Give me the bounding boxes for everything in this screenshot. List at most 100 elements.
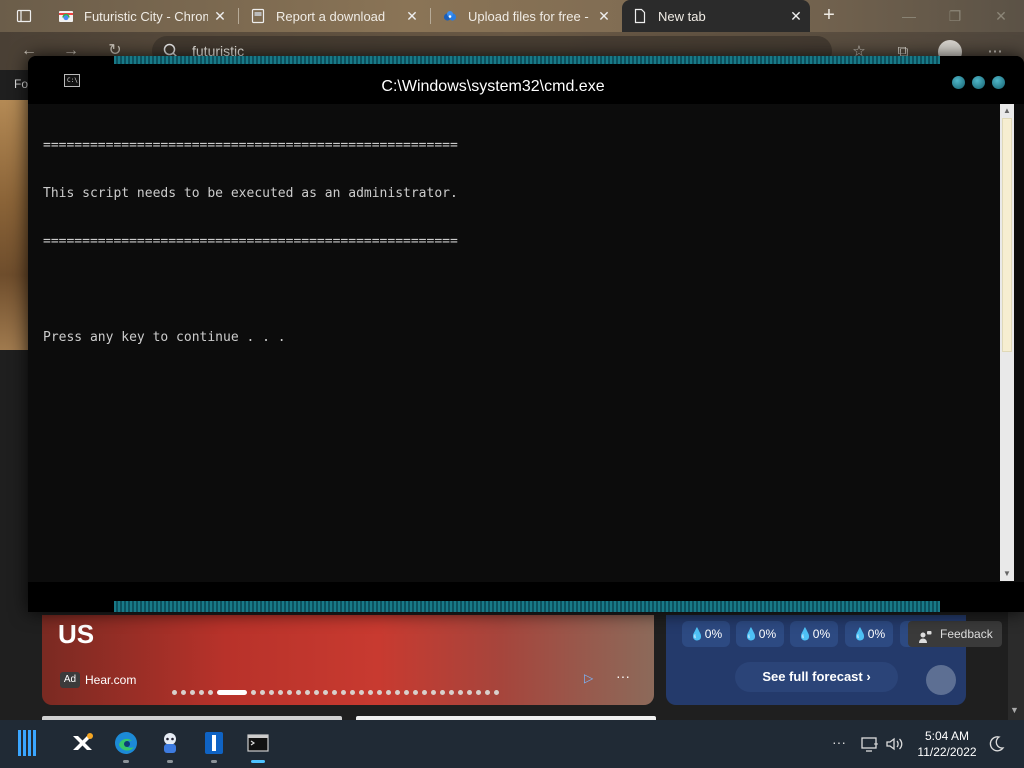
taskbar-clock[interactable]: 5:04 AM 11/22/2022 bbox=[912, 728, 982, 760]
precip-chip: 💧0% bbox=[682, 621, 730, 647]
start-button[interactable] bbox=[18, 730, 38, 756]
taskbar-app-tool[interactable] bbox=[198, 728, 230, 763]
carousel-dot[interactable] bbox=[413, 690, 418, 695]
edge-icon bbox=[113, 730, 139, 759]
scroll-down-arrow-icon[interactable]: ▼ bbox=[1010, 705, 1019, 715]
cmd-window[interactable]: C:\ C:\Windows\system32\cmd.exe ========… bbox=[28, 56, 1024, 612]
cmd-close-button[interactable] bbox=[992, 76, 1005, 89]
cmd-titlebar[interactable]: C:\ C:\Windows\system32\cmd.exe bbox=[28, 56, 1024, 104]
carousel-dot[interactable] bbox=[440, 690, 445, 695]
carousel-dot[interactable] bbox=[467, 690, 472, 695]
tab-futuristic-city[interactable]: Futuristic City - Chrome ✕ bbox=[48, 0, 234, 32]
xmind-icon bbox=[69, 730, 95, 759]
carousel-dot[interactable] bbox=[449, 690, 454, 695]
document-icon bbox=[250, 8, 266, 24]
weather-widget-icon[interactable] bbox=[926, 665, 956, 695]
carousel-dot[interactable] bbox=[350, 690, 355, 695]
tab-new-tab[interactable]: New tab ✕ bbox=[622, 0, 810, 32]
ad-source[interactable]: Hear.com bbox=[85, 673, 136, 687]
carousel-dot[interactable] bbox=[287, 690, 292, 695]
console-line: This script needs to be executed as an a… bbox=[43, 186, 458, 201]
close-tab-icon[interactable]: ✕ bbox=[788, 8, 804, 24]
precip-value: 0% bbox=[758, 627, 777, 641]
scroll-up-arrow-icon[interactable]: ▲ bbox=[1000, 104, 1014, 118]
ad-more-button[interactable]: ··· bbox=[616, 668, 630, 684]
carousel-dot[interactable] bbox=[368, 690, 373, 695]
network-icon[interactable] bbox=[860, 734, 880, 754]
ad-headline: US bbox=[58, 619, 95, 649]
carousel-dot[interactable] bbox=[404, 690, 409, 695]
scrollbar-thumb[interactable] bbox=[1002, 118, 1012, 352]
carousel-dot[interactable] bbox=[172, 690, 177, 695]
browser-tab-bar: Futuristic City - Chrome ✕ Report a down… bbox=[0, 0, 1024, 32]
close-tab-icon[interactable]: ✕ bbox=[212, 8, 228, 24]
carousel-dot[interactable] bbox=[305, 690, 310, 695]
carousel-dot[interactable] bbox=[296, 690, 301, 695]
close-tab-icon[interactable]: ✕ bbox=[596, 8, 612, 24]
carousel-dot[interactable] bbox=[485, 690, 490, 695]
taskbar: ··· 5:04 AM 11/22/2022 bbox=[0, 720, 1024, 768]
cmd-scrollbar[interactable]: ▲ ▼ bbox=[1000, 104, 1014, 581]
cmd-maximize-button[interactable] bbox=[972, 76, 985, 89]
cmd-icon bbox=[245, 730, 271, 759]
notification-moon-icon[interactable] bbox=[986, 734, 1006, 754]
tab-actions-button[interactable] bbox=[6, 0, 42, 32]
droplet-icon: 💧 bbox=[852, 627, 868, 641]
close-tab-icon[interactable]: ✕ bbox=[404, 8, 420, 24]
tab-report-download[interactable]: Report a download ✕ bbox=[240, 0, 426, 32]
volume-icon[interactable] bbox=[884, 734, 904, 754]
droplet-icon: 💧 bbox=[797, 627, 813, 641]
carousel-dot[interactable] bbox=[341, 690, 346, 695]
cmd-minimize-button[interactable] bbox=[952, 76, 965, 89]
carousel-dot[interactable] bbox=[395, 690, 400, 695]
ad-card[interactable]: US Ad Hear.com ▷ ··· bbox=[42, 615, 654, 705]
carousel-dot[interactable] bbox=[458, 690, 463, 695]
clock-time: 5:04 AM bbox=[924, 729, 970, 743]
close-window-button[interactable]: ✕ bbox=[986, 4, 1016, 28]
bot-icon bbox=[157, 730, 183, 759]
taskbar-app-bot[interactable] bbox=[154, 728, 186, 763]
carousel-dot[interactable] bbox=[260, 690, 265, 695]
minimize-button[interactable]: — bbox=[894, 4, 924, 28]
carousel-dot[interactable] bbox=[494, 690, 499, 695]
taskbar-app-edge[interactable] bbox=[110, 728, 142, 763]
carousel-dot[interactable] bbox=[386, 690, 391, 695]
carousel-dot[interactable] bbox=[476, 690, 481, 695]
maximize-button[interactable]: ❐ bbox=[940, 4, 970, 28]
carousel-dot[interactable] bbox=[422, 690, 427, 695]
droplet-icon: 💧 bbox=[689, 627, 705, 641]
carousel-dot[interactable] bbox=[332, 690, 337, 695]
carousel-dot[interactable] bbox=[323, 690, 328, 695]
carousel-dot[interactable] bbox=[190, 690, 195, 695]
see-full-forecast-button[interactable]: See full forecast › bbox=[735, 662, 898, 692]
tray-overflow-icon[interactable]: ··· bbox=[832, 734, 846, 750]
carousel-dot[interactable] bbox=[208, 690, 213, 695]
carousel-dot[interactable] bbox=[431, 690, 436, 695]
carousel-dot[interactable] bbox=[181, 690, 186, 695]
carousel-dot[interactable] bbox=[269, 690, 274, 695]
carousel-dot[interactable] bbox=[251, 690, 256, 695]
carousel-dot-active[interactable] bbox=[217, 690, 247, 695]
feedback-icon bbox=[918, 627, 932, 643]
ad-badge: Ad bbox=[60, 672, 80, 688]
carousel-dot[interactable] bbox=[314, 690, 319, 695]
precip-value: 0% bbox=[867, 627, 886, 641]
carousel-dot[interactable] bbox=[377, 690, 382, 695]
console-output[interactable]: ========================================… bbox=[43, 106, 1003, 580]
tab-upload-files[interactable]: Upload files for free - O ✕ bbox=[432, 0, 618, 32]
carousel-dot[interactable] bbox=[278, 690, 283, 695]
feedback-label: Feedback bbox=[940, 627, 993, 641]
new-tab-button[interactable]: + bbox=[816, 4, 842, 28]
feedback-button[interactable]: Feedback bbox=[908, 621, 1002, 647]
tab-title: New tab bbox=[658, 8, 706, 24]
taskbar-app-cmd[interactable] bbox=[242, 728, 274, 763]
taskbar-app-xmind[interactable] bbox=[66, 728, 98, 760]
carousel-dot[interactable] bbox=[199, 690, 204, 695]
ad-choices-icon[interactable]: ▷ bbox=[584, 671, 593, 685]
desktop: Futuristic City - Chrome ✕ Report a down… bbox=[0, 0, 1024, 768]
cmd-window-title: C:\Windows\system32\cmd.exe bbox=[381, 78, 605, 95]
tab-title: Futuristic City - Chrome bbox=[84, 8, 208, 24]
scroll-down-arrow-icon[interactable]: ▼ bbox=[1000, 567, 1014, 581]
carousel-dot[interactable] bbox=[359, 690, 364, 695]
